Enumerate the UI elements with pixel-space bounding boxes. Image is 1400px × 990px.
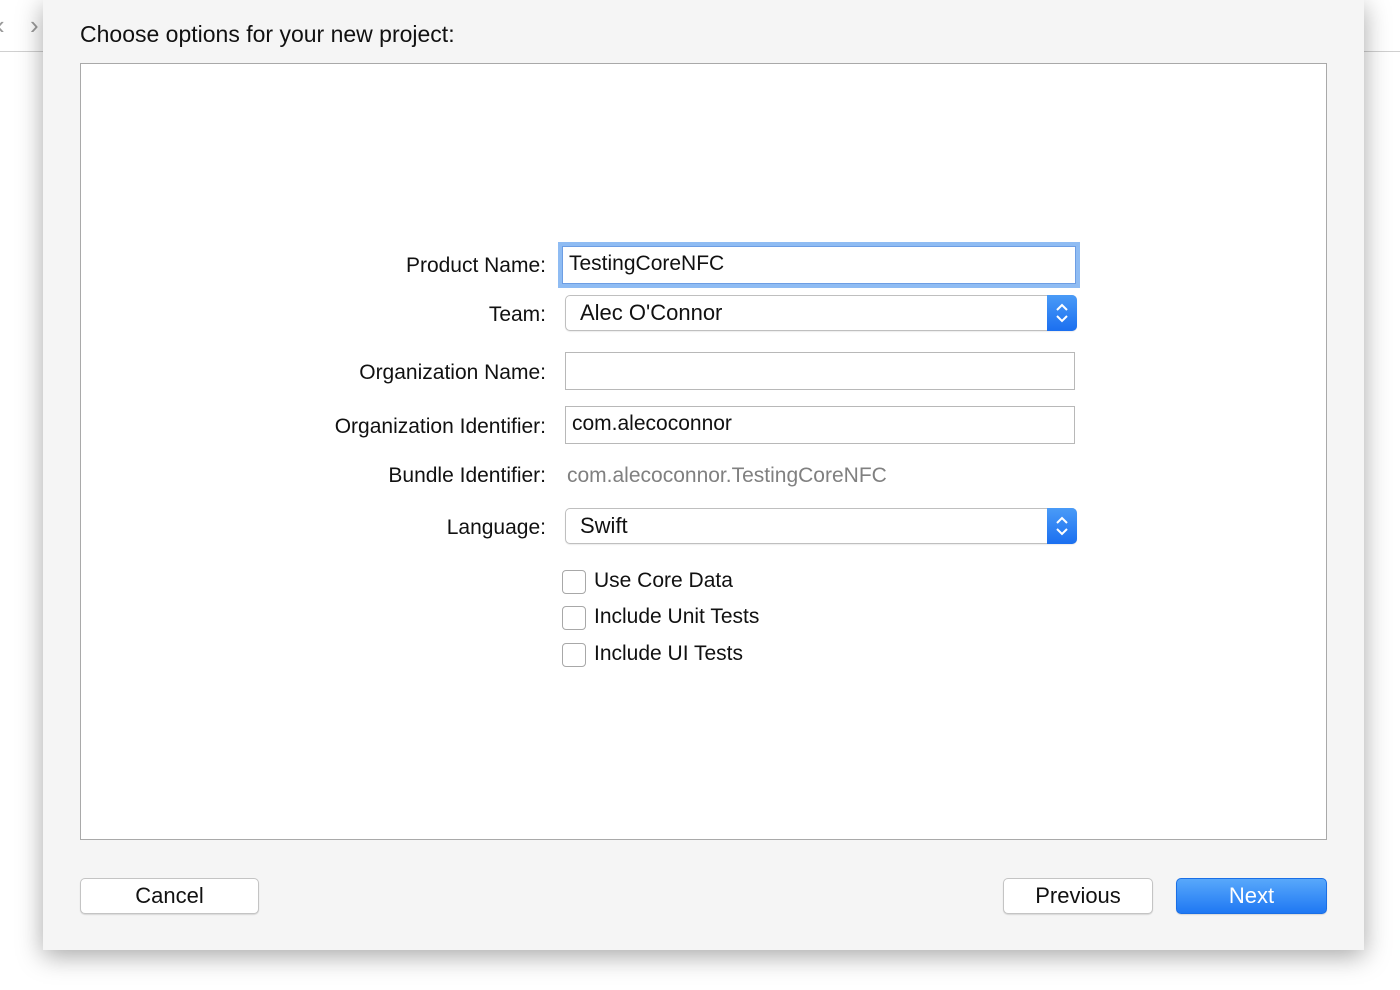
organization-name-field[interactable] <box>565 352 1075 390</box>
back-chevron-icon[interactable]: ‹ <box>0 10 5 41</box>
product-name-label: Product Name: <box>405 254 546 277</box>
new-project-sheet: Choose options for your new project: Pro… <box>43 0 1364 950</box>
language-value: Swift <box>580 513 628 538</box>
checkbox-box[interactable] <box>562 606 586 630</box>
include-unit-tests-label: Include Unit Tests <box>594 605 760 628</box>
bundle-identifier-value: com.alecoconnor.TestingCoreNFC <box>567 464 887 487</box>
team-value: Alec O'Connor <box>580 300 723 325</box>
popup-stepper-icon[interactable] <box>1047 295 1077 331</box>
include-ui-tests-label: Include UI Tests <box>594 642 744 665</box>
previous-button[interactable]: Previous <box>1003 878 1153 914</box>
use-core-data-label: Use Core Data <box>594 569 733 592</box>
team-label: Team: <box>488 303 546 326</box>
language-label: Language: <box>446 516 546 539</box>
team-popup[interactable]: Alec O'Connor <box>565 295 1077 331</box>
cancel-button[interactable]: Cancel <box>80 878 259 914</box>
checkbox-box[interactable] <box>562 643 586 667</box>
organization-identifier-label: Organization Identifier: <box>334 415 546 438</box>
bundle-identifier-label: Bundle Identifier: <box>388 464 546 487</box>
popup-stepper-icon[interactable] <box>1047 508 1077 544</box>
options-panel: Product Name: TestingCoreNFC Team: Alec … <box>80 63 1327 840</box>
forward-chevron-icon[interactable]: › <box>30 10 39 41</box>
sheet-title: Choose options for your new project: <box>80 21 455 47</box>
product-name-field[interactable]: TestingCoreNFC <box>562 246 1076 284</box>
organization-name-label: Organization Name: <box>359 361 546 384</box>
language-popup[interactable]: Swift <box>565 508 1077 544</box>
checkbox-box[interactable] <box>562 570 586 594</box>
next-button[interactable]: Next <box>1176 878 1327 914</box>
organization-identifier-field[interactable]: com.alecoconnor <box>565 406 1075 444</box>
